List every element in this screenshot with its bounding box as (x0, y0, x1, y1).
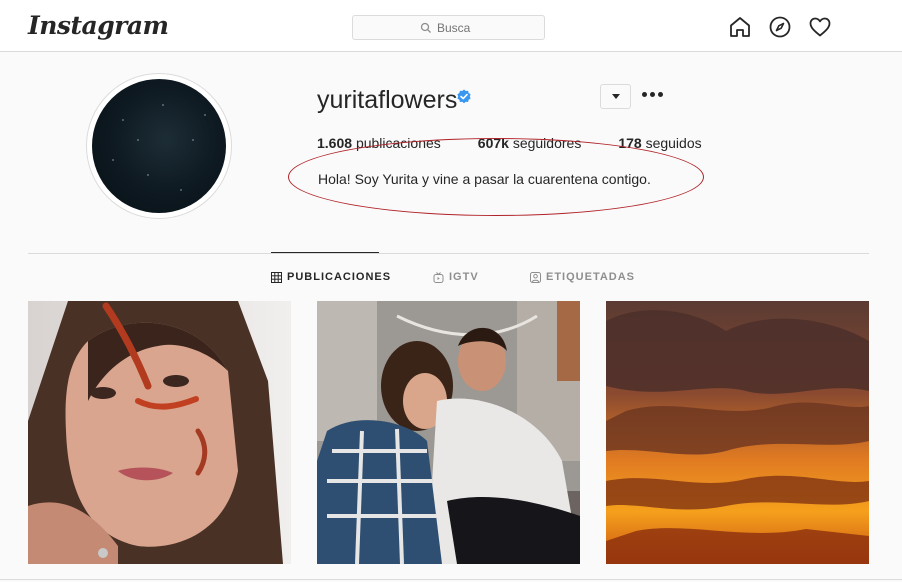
following-label: seguidos (645, 135, 702, 151)
active-tab-indicator (271, 252, 379, 253)
verified-badge-icon (457, 89, 471, 104)
tab-tagged[interactable]: ETIQUETADAS (530, 271, 635, 283)
profile-avatar[interactable] (92, 79, 226, 213)
posts-count: 1.608 (317, 135, 353, 151)
igtv-icon (433, 271, 444, 283)
tabs-divider (28, 253, 869, 254)
top-navigation-bar: Instagram (0, 0, 902, 52)
tab-igtv-label: IGTV (449, 271, 479, 283)
tagged-icon (530, 271, 541, 283)
tab-igtv[interactable]: IGTV (433, 271, 479, 283)
post-thumbnail-3[interactable] (606, 301, 869, 564)
selfie-photo-image (28, 301, 291, 564)
couple-photo-image (317, 301, 580, 564)
post-thumbnail-2[interactable] (317, 301, 580, 564)
suggested-accounts-dropdown-button[interactable] (600, 84, 631, 109)
red-annotation-ellipse (288, 138, 704, 216)
post-thumbnail-1[interactable] (28, 301, 291, 564)
more-options-button[interactable] (642, 92, 664, 100)
search-box[interactable] (352, 15, 545, 40)
chevron-down-icon (611, 94, 620, 99)
more-dot-icon (642, 92, 647, 97)
nav-icons (728, 15, 832, 39)
grid-icon (271, 271, 282, 283)
home-icon[interactable] (728, 15, 752, 39)
activity-heart-icon[interactable] (808, 15, 832, 39)
bottom-border (0, 579, 902, 580)
tab-posts-label: PUBLICACIONES (287, 271, 392, 283)
search-input[interactable] (437, 20, 477, 35)
sunset-photo-image (606, 301, 869, 564)
search-icon (420, 22, 431, 33)
profile-username: yuritaflowers (317, 86, 458, 114)
instagram-logo[interactable]: Instagram (28, 11, 169, 40)
more-dot-icon (650, 92, 655, 97)
tab-tagged-label: ETIQUETADAS (546, 271, 636, 283)
explore-icon[interactable] (768, 15, 792, 39)
more-dot-icon (658, 92, 663, 97)
tab-posts[interactable]: PUBLICACIONES (271, 271, 391, 283)
